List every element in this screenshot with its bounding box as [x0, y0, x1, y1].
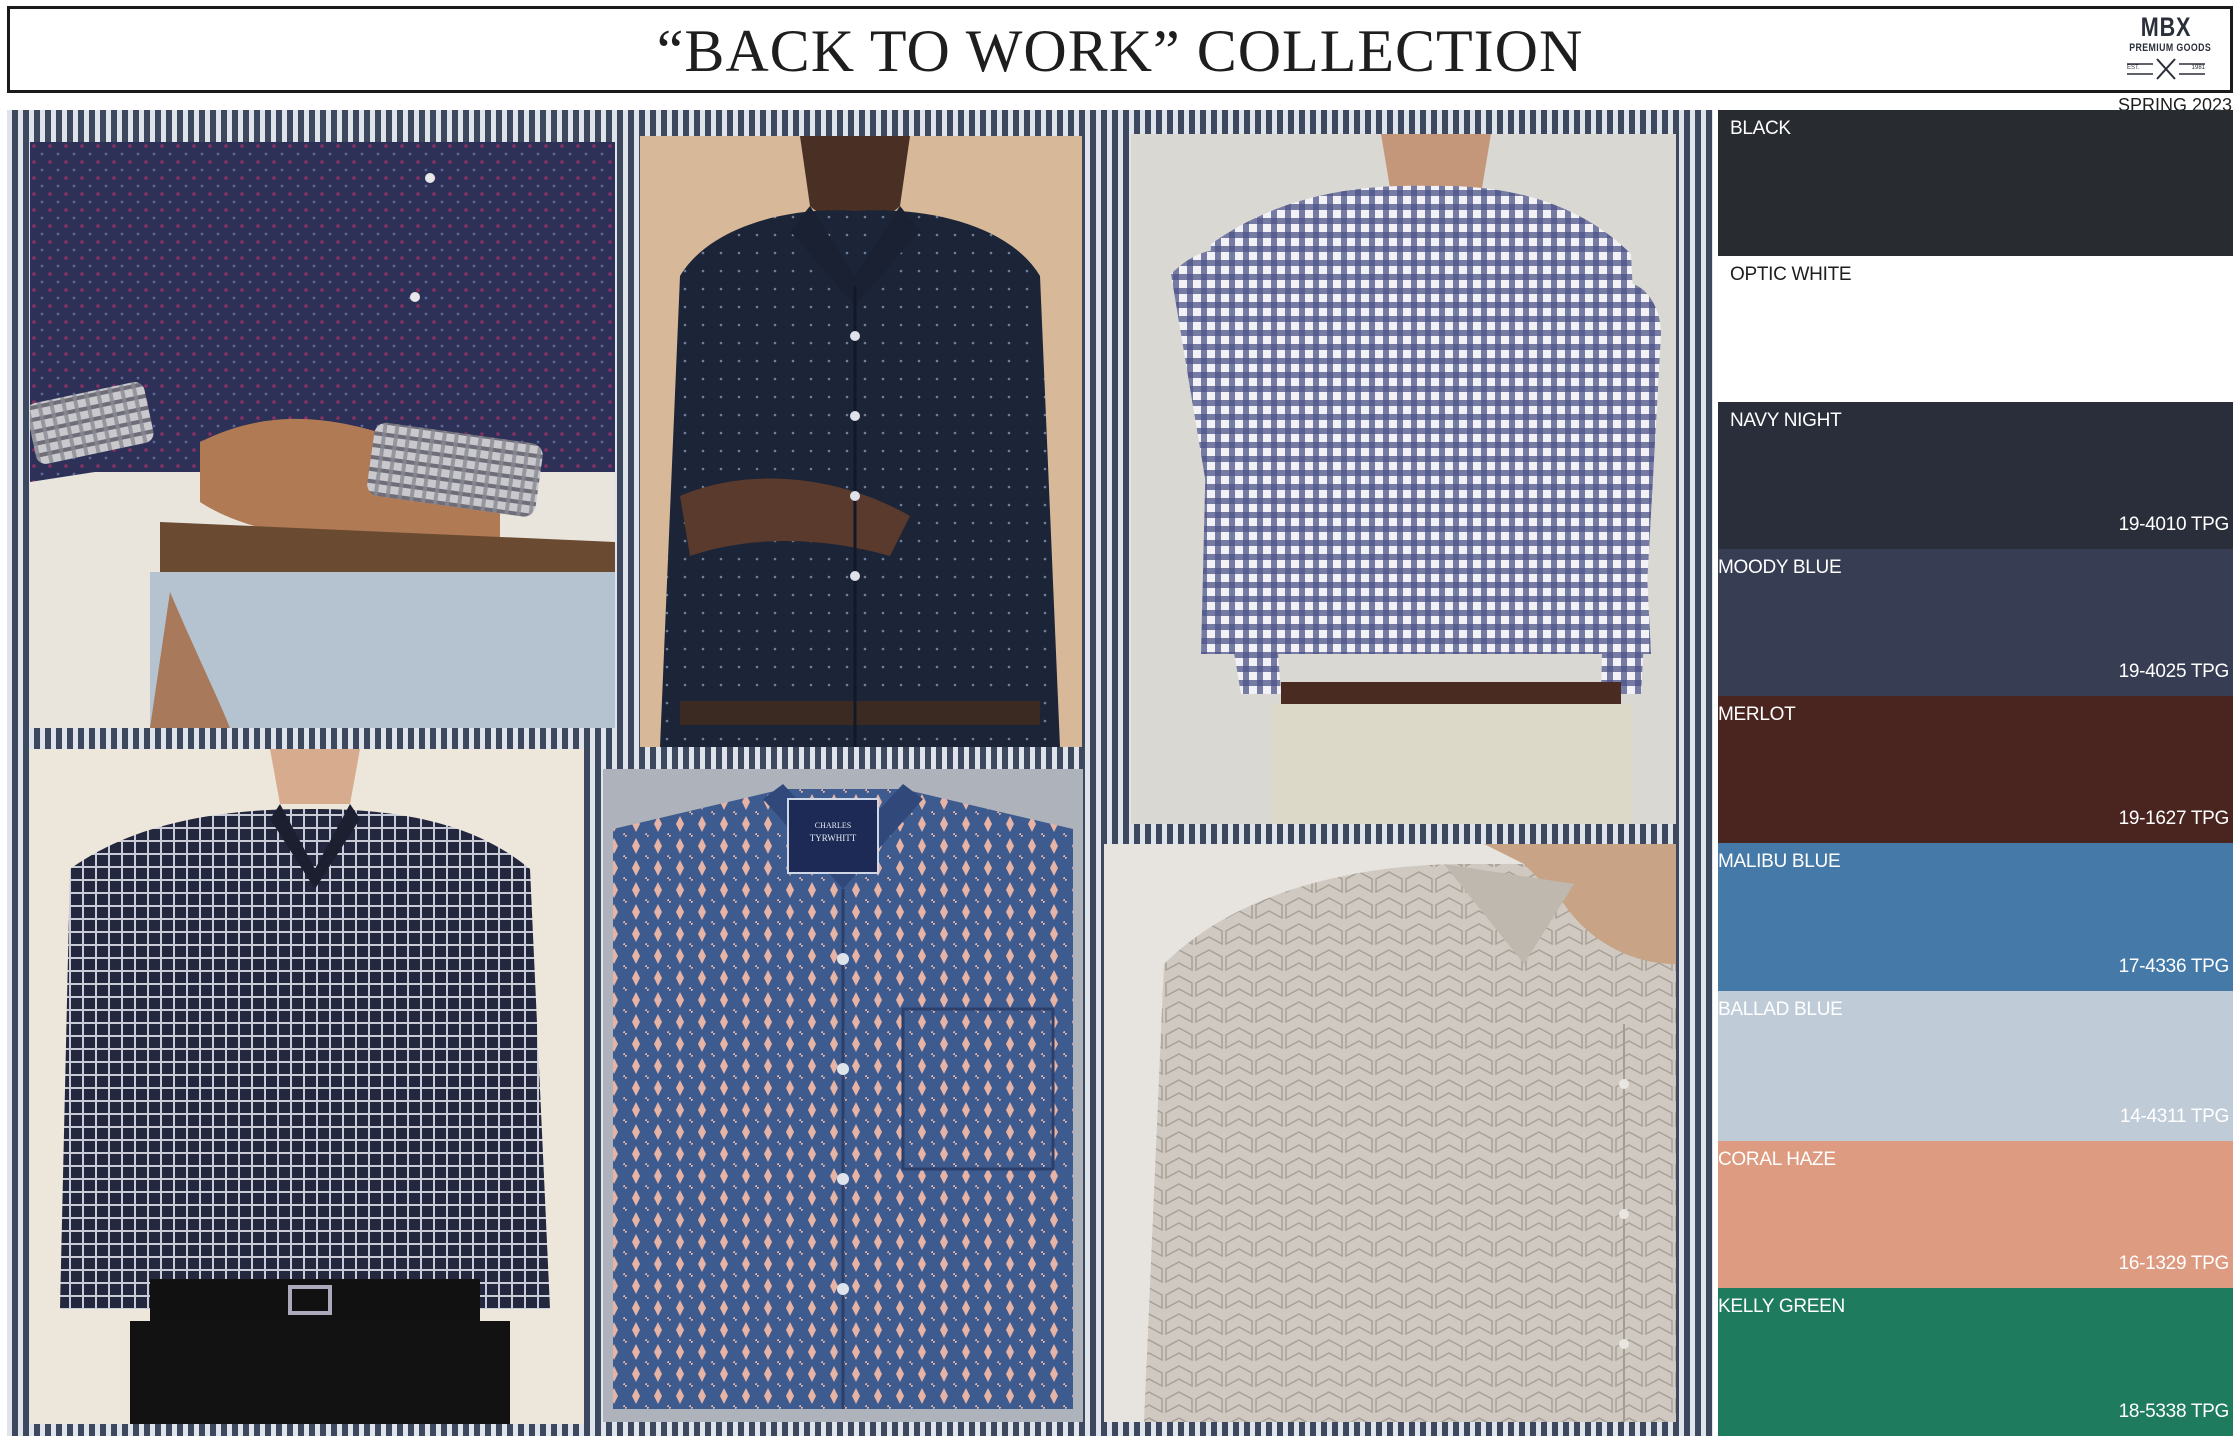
swatch-ballad-blue: BALLAD BLUE 14-4311 TPG — [1718, 991, 2233, 1141]
swatch-name: BALLAD BLUE — [1718, 999, 1843, 1020]
photo-navy-windowpane-check-shirt — [30, 749, 584, 1424]
swatch-code: 18-5338 TPG — [2118, 1401, 2230, 1422]
shirt-photo — [30, 749, 584, 1424]
shirt-photo — [1104, 844, 1676, 1422]
swatch-code: 14-4311 TPG — [2119, 1106, 2229, 1127]
swatch-name: MOODY BLUE — [1718, 557, 1842, 578]
shirt-photo — [30, 142, 615, 728]
logo-tagline: PREMIUM GOODS — [2129, 42, 2212, 54]
header-banner: “BACK TO WORK” COLLECTION MBX PREMIUM GO… — [7, 6, 2233, 93]
page-title: “BACK TO WORK” COLLECTION — [656, 18, 1584, 84]
swatch-merlot: MERLOT 19-1627 TPG — [1718, 696, 2233, 843]
photo-blue-gingham-shirt-back — [1131, 134, 1676, 824]
swatch-optic-white: OPTIC WHITE — [1718, 256, 2233, 402]
shirt-photo — [640, 136, 1082, 747]
shirt-photo — [1131, 134, 1676, 824]
swatch-name: CORAL HAZE — [1718, 1149, 1836, 1170]
crossed-tools-icon: EST. 1981 — [2123, 57, 2209, 81]
swatch-black: BLACK — [1718, 110, 2233, 256]
swatch-coral-haze: CORAL HAZE 16-1329 TPG — [1718, 1141, 2233, 1288]
swatch-name: OPTIC WHITE — [1730, 264, 1852, 285]
mood-board: CHARLES TYRWHITT — [7, 110, 1713, 1436]
brand-tag-line-2: TYRWHITT — [809, 833, 857, 843]
photo-navy-dot-dress-shirt — [640, 136, 1082, 747]
swatch-navy-night: NAVY NIGHT 19-4010 TPG — [1718, 402, 2233, 549]
photo-folded-blue-print-shirt: CHARLES TYRWHITT — [603, 769, 1083, 1422]
shirt-photo — [603, 769, 1083, 1422]
swatch-name: BLACK — [1730, 118, 1791, 139]
swatch-name: MERLOT — [1718, 704, 1796, 725]
logo-mark: MBX — [2140, 12, 2192, 42]
logo-est-right: 1981 — [2191, 65, 2205, 71]
brand-tag-line-1: CHARLES — [814, 821, 852, 830]
swatch-name: KELLY GREEN — [1718, 1296, 1845, 1317]
brand-logo: MBX PREMIUM GOODS EST. 1981 — [2120, 13, 2212, 85]
photo-navy-micro-print-shirt-cuff — [30, 142, 615, 728]
swatch-moody-blue: MOODY BLUE 19-4025 TPG — [1718, 549, 2233, 696]
swatch-code: 19-4025 TPG — [2118, 661, 2230, 682]
swatch-code: 19-1627 TPG — [2118, 808, 2230, 829]
swatch-name: MALIBU BLUE — [1718, 851, 1841, 872]
swatch-code: 17-4336 TPG — [2118, 956, 2230, 977]
swatch-malibu-blue: MALIBU BLUE 17-4336 TPG — [1718, 843, 2233, 991]
color-palette: BLACK OPTIC WHITE NAVY NIGHT 19-4010 TPG… — [1718, 110, 2233, 1436]
swatch-code: 16-1329 TPG — [2118, 1253, 2230, 1274]
logo-est-left: EST. — [2127, 65, 2140, 71]
swatch-name: NAVY NIGHT — [1730, 410, 1842, 431]
swatch-code: 19-4010 TPG — [2118, 514, 2230, 535]
swatch-kelly-green: KELLY GREEN 18-5338 TPG — [1718, 1288, 2233, 1436]
photo-grey-geometric-shirt — [1104, 844, 1676, 1422]
